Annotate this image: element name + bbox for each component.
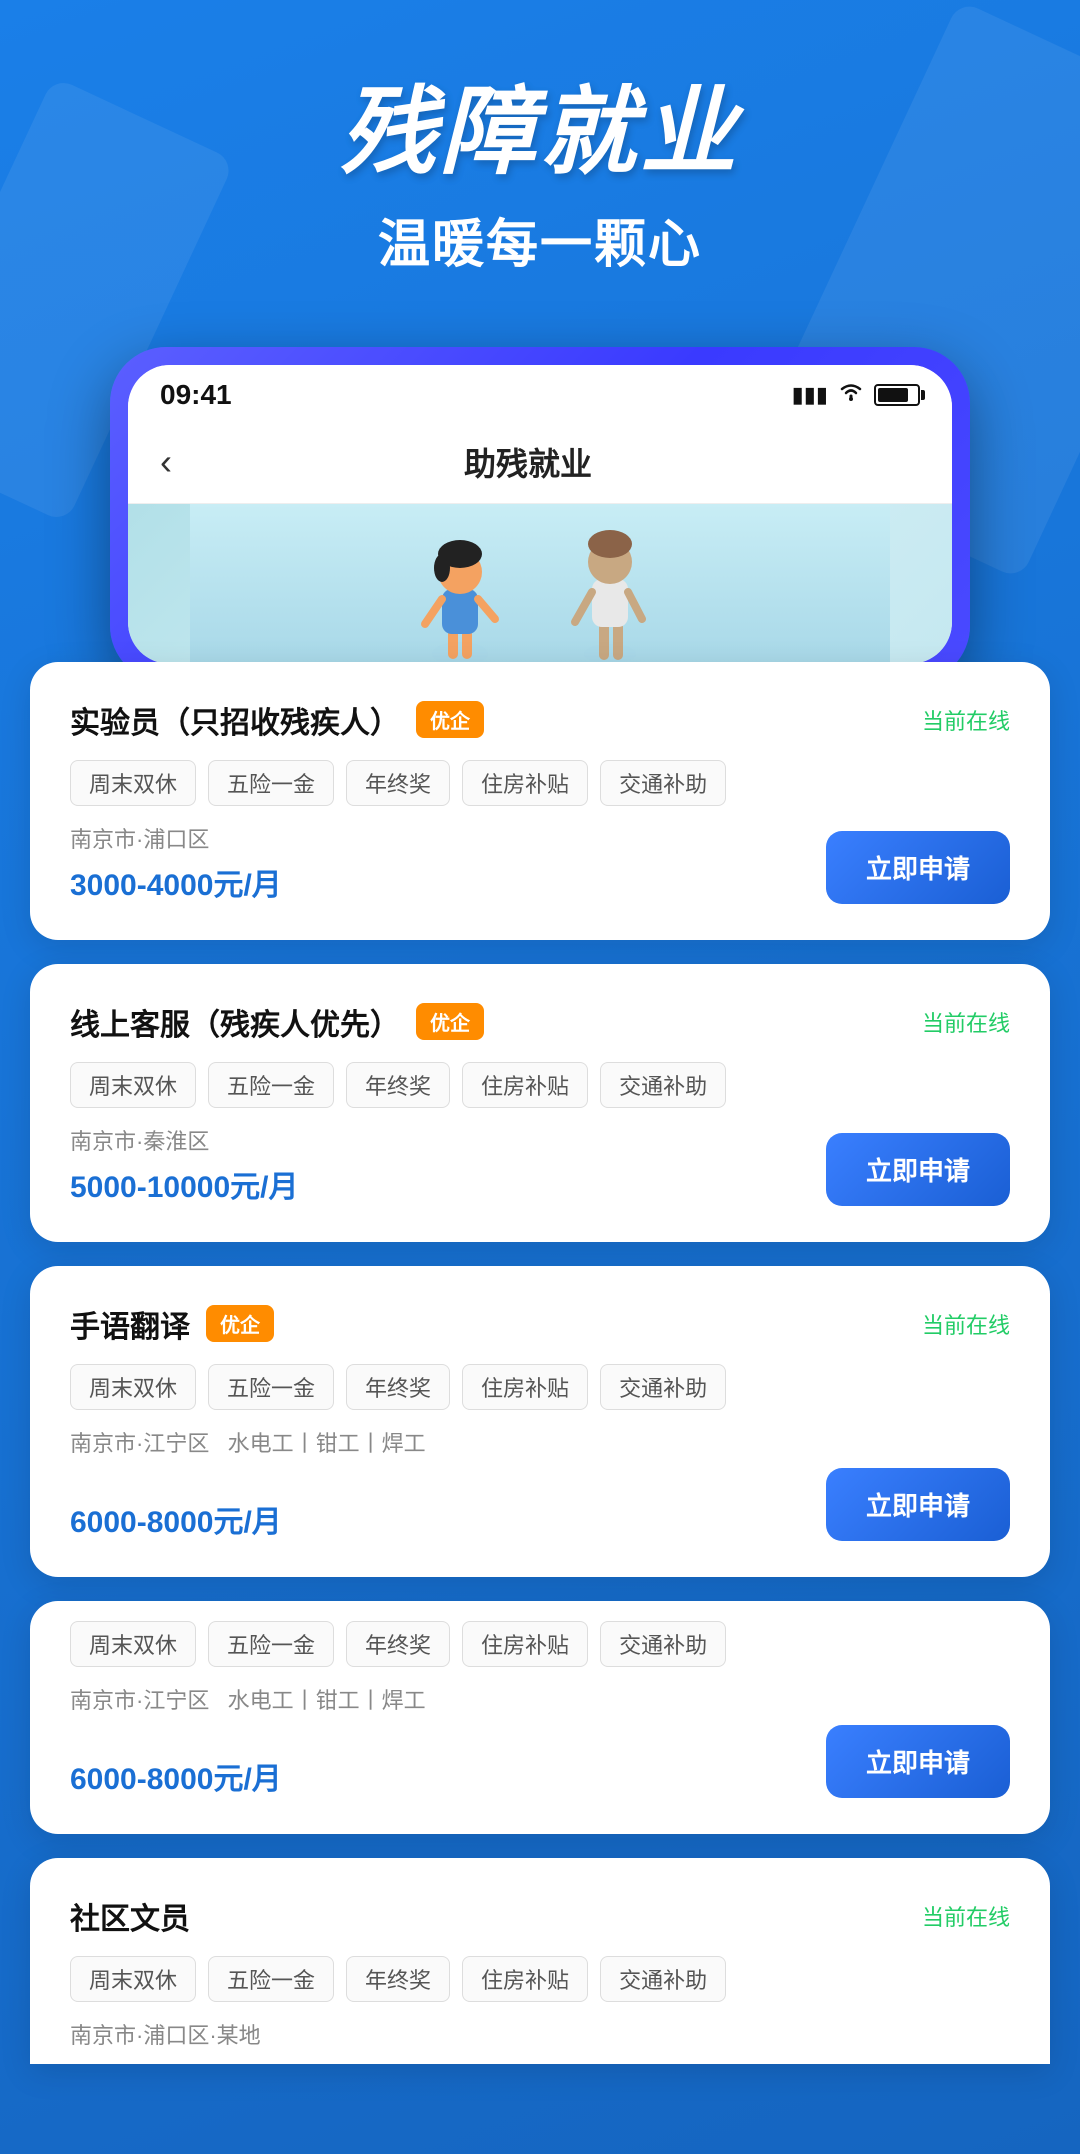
tags-row-1: 周末双休 五险一金 年终奖 住房补贴 交通补助 <box>70 760 1010 806</box>
status-bar: 09:41 ▮▮▮ <box>128 365 952 421</box>
badge-youqi-2: 优企 <box>416 1003 484 1040</box>
job-salary-4: 6000-8000元/月 <box>70 1754 282 1798</box>
tag: 住房补贴 <box>462 1364 588 1410</box>
status-icons: ▮▮▮ <box>792 382 920 408</box>
tags-row-2: 周末双休 五险一金 年终奖 住房补贴 交通补助 <box>70 1062 1010 1108</box>
job-location-extra-3: 南京市·江宁区 水电工丨钳工丨焊工 <box>70 1426 1010 1458</box>
tag: 周末双休 <box>70 760 196 806</box>
job-footer-4: 6000-8000元/月 立即申请 <box>70 1725 1010 1798</box>
job-card-1: 实验员（只招收残疾人） 优企 当前在线 周末双休 五险一金 年终奖 住房补贴 交… <box>30 662 1050 940</box>
job-card-5: 社区文员 当前在线 周末双休 五险一金 年终奖 住房补贴 交通补助 南京市·浦口… <box>30 1858 1050 2064</box>
phone-mockup: 09:41 ▮▮▮ <box>110 347 970 682</box>
tag: 周末双休 <box>70 1956 196 2002</box>
tag: 住房补贴 <box>462 1956 588 2002</box>
tags-row-3: 周末双休 五险一金 年终奖 住房补贴 交通补助 <box>70 1364 1010 1410</box>
hero-title: 残障就业 <box>40 80 1040 186</box>
job-footer-3: 6000-8000元/月 立即申请 <box>70 1468 1010 1541</box>
tag: 交通补助 <box>600 1062 726 1108</box>
app-nav: ‹ 助残就业 <box>128 421 952 504</box>
job-title-row-3: 手语翻译 优企 <box>70 1302 274 1346</box>
job-title-row-2: 线上客服（残疾人优先） 优企 <box>70 1000 484 1044</box>
job-title-5: 社区文员 <box>70 1894 190 1938</box>
tag: 周末双休 <box>70 1062 196 1108</box>
job-location-1: 南京市·浦口区 <box>70 822 282 854</box>
job-card-4: 周末双休 五险一金 年终奖 住房补贴 交通补助 南京市·江宁区 水电工丨钳工丨焊… <box>30 1601 1050 1834</box>
tag: 年终奖 <box>346 760 450 806</box>
tag: 交通补助 <box>600 1956 726 2002</box>
tag: 交通补助 <box>600 1364 726 1410</box>
job-location-extra-4: 南京市·江宁区 水电工丨钳工丨焊工 <box>70 1683 1010 1715</box>
tag: 住房补贴 <box>462 1062 588 1108</box>
status-online-1: 当前在线 <box>922 704 1010 736</box>
job-card-1-header: 实验员（只招收残疾人） 优企 当前在线 <box>70 698 1010 742</box>
job-card-3-header: 手语翻译 优企 当前在线 <box>70 1302 1010 1346</box>
status-online-5: 当前在线 <box>922 1900 1010 1932</box>
tags-row-4: 周末双休 五险一金 年终奖 住房补贴 交通补助 <box>70 1621 1010 1667</box>
job-cards-section: 实验员（只招收残疾人） 优企 当前在线 周末双休 五险一金 年终奖 住房补贴 交… <box>0 662 1080 2064</box>
job-title-row-1: 实验员（只招收残疾人） 优企 <box>70 698 484 742</box>
banner-area <box>128 504 952 664</box>
wifi-icon <box>838 382 864 408</box>
job-footer-1: 南京市·浦口区 3000-4000元/月 立即申请 <box>70 822 1010 904</box>
apply-button-3[interactable]: 立即申请 <box>826 1468 1010 1541</box>
tag: 年终奖 <box>346 1956 450 2002</box>
job-salary-2: 5000-10000元/月 <box>70 1162 299 1206</box>
tag: 五险一金 <box>208 760 334 806</box>
status-online-3: 当前在线 <box>922 1308 1010 1340</box>
tag: 住房补贴 <box>462 760 588 806</box>
apply-button-1[interactable]: 立即申请 <box>826 831 1010 904</box>
nav-title: 助残就业 <box>192 439 864 485</box>
tag: 五险一金 <box>208 1364 334 1410</box>
tag: 年终奖 <box>346 1062 450 1108</box>
job-card-3: 手语翻译 优企 当前在线 周末双休 五险一金 年终奖 住房补贴 交通补助 南京市… <box>30 1266 1050 1577</box>
tag: 年终奖 <box>346 1621 450 1667</box>
battery-icon <box>874 384 920 406</box>
job-card-5-header: 社区文员 当前在线 <box>70 1894 1010 1938</box>
tag: 五险一金 <box>208 1062 334 1108</box>
job-title-3: 手语翻译 <box>70 1302 190 1346</box>
apply-button-4[interactable]: 立即申请 <box>826 1725 1010 1798</box>
apply-button-2[interactable]: 立即申请 <box>826 1133 1010 1206</box>
tags-row-5: 周末双休 五险一金 年终奖 住房补贴 交通补助 <box>70 1956 1010 2002</box>
hero-subtitle: 温暖每一颗心 <box>40 202 1040 277</box>
back-button[interactable]: ‹ <box>160 441 172 483</box>
signal-icon: ▮▮▮ <box>792 382 828 408</box>
tag: 周末双休 <box>70 1364 196 1410</box>
tag: 交通补助 <box>600 760 726 806</box>
status-online-2: 当前在线 <box>922 1006 1010 1038</box>
badge-youqi-3: 优企 <box>206 1305 274 1342</box>
job-title-2: 线上客服（残疾人优先） <box>70 1000 400 1044</box>
tag: 五险一金 <box>208 1621 334 1667</box>
tag: 住房补贴 <box>462 1621 588 1667</box>
banner-illustration <box>190 504 890 664</box>
job-footer-2: 南京市·秦淮区 5000-10000元/月 立即申请 <box>70 1124 1010 1206</box>
job-card-2-header: 线上客服（残疾人优先） 优企 当前在线 <box>70 1000 1010 1044</box>
tag: 年终奖 <box>346 1364 450 1410</box>
job-card-2: 线上客服（残疾人优先） 优企 当前在线 周末双休 五险一金 年终奖 住房补贴 交… <box>30 964 1050 1242</box>
tag: 五险一金 <box>208 1956 334 2002</box>
job-title-1: 实验员（只招收残疾人） <box>70 698 400 742</box>
badge-youqi-1: 优企 <box>416 701 484 738</box>
job-salary-1: 3000-4000元/月 <box>70 860 282 904</box>
job-salary-3: 6000-8000元/月 <box>70 1497 282 1541</box>
tag: 交通补助 <box>600 1621 726 1667</box>
hero-section: 残障就业 温暖每一颗心 <box>0 0 1080 317</box>
job-location-5: 南京市·浦口区·某地 <box>70 2018 1010 2050</box>
job-location-2: 南京市·秦淮区 <box>70 1124 299 1156</box>
job-title-row-5: 社区文员 <box>70 1894 190 1938</box>
status-time: 09:41 <box>160 379 232 411</box>
tag: 周末双休 <box>70 1621 196 1667</box>
